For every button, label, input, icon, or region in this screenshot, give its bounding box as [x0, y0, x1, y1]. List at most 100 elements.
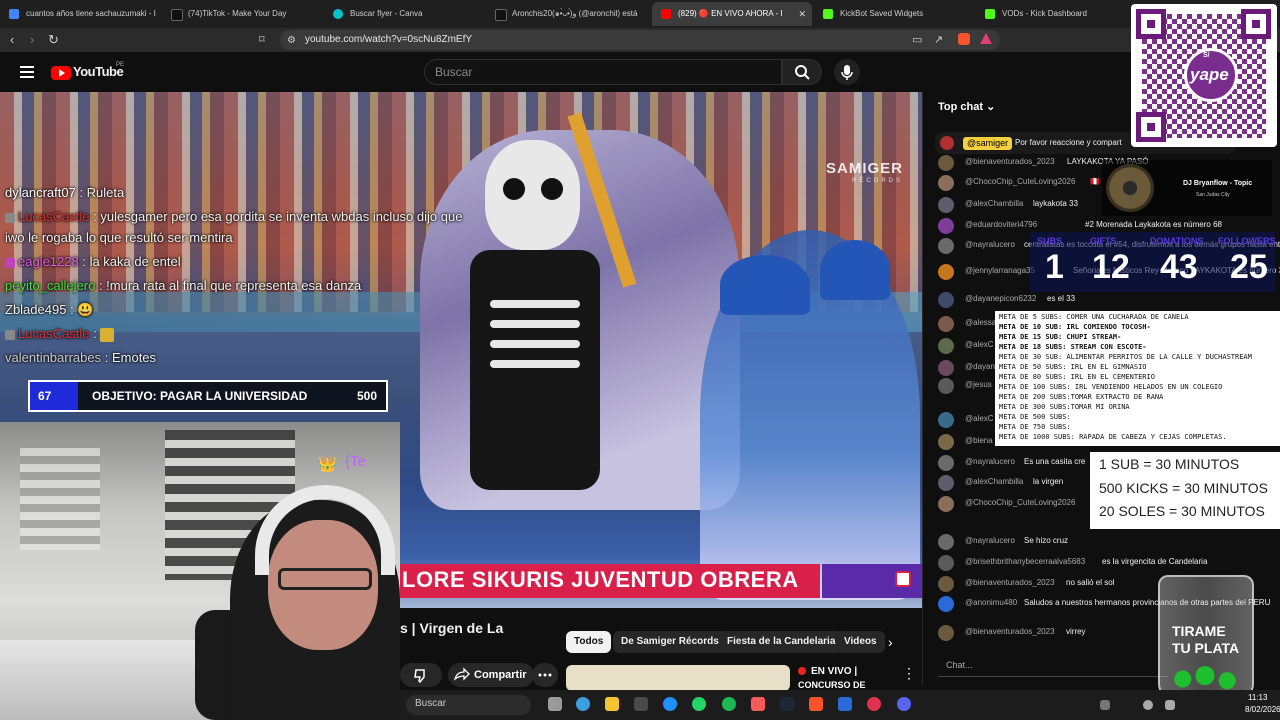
whatsapp-icon[interactable]: [692, 697, 706, 711]
goal-target: 500: [357, 389, 378, 403]
stat-label: GIFTS: [1090, 236, 1117, 246]
avatar: [938, 475, 954, 491]
cast-icon[interactable]: ▭: [912, 32, 922, 48]
browser-tab[interactable]: cuantos años tiene sachauzumaki - I: [0, 2, 160, 26]
video-title: s | Virgen de La: [400, 620, 504, 636]
sub-goal-line: META DE 15 SUB: CHUPI STREAM-: [999, 333, 1122, 341]
qr-finder: [1241, 9, 1271, 39]
chat-author[interactable]: @alexC: [965, 414, 994, 423]
share-label: Compartir: [474, 669, 527, 681]
avatar: [938, 555, 954, 571]
overlay-chat-line: Zblade495 : 😃: [5, 302, 94, 317]
chip-todos[interactable]: Todos: [566, 631, 612, 653]
steam-icon[interactable]: [780, 697, 794, 711]
chat-mode-dropdown[interactable]: Top chat ⌄: [938, 100, 995, 113]
chat-author[interactable]: @alexC: [965, 340, 994, 349]
file-explorer-icon[interactable]: [605, 697, 619, 711]
notepad-icon[interactable]: [838, 697, 852, 711]
chat-author[interactable]: @alessa: [965, 318, 996, 327]
video-hat: [820, 240, 890, 300]
youtube-logo-icon[interactable]: [51, 66, 71, 80]
back-icon[interactable]: ‹: [10, 32, 14, 48]
brave-rewards-icon[interactable]: [980, 33, 992, 44]
related-live-label: EN VIVO |: [811, 666, 858, 677]
network-icon[interactable]: [1143, 700, 1153, 710]
avatar: [938, 316, 954, 332]
chat-author[interactable]: @eduardoviteri4796: [965, 220, 1037, 229]
chat-author[interactable]: @bienaventurados_2023: [965, 157, 1055, 166]
browser-tab[interactable]: Buscar flyer - Canva: [324, 2, 484, 26]
browser-tab[interactable]: VODs - Kick Dashboard: [976, 2, 1126, 26]
copilot-icon[interactable]: [576, 697, 590, 711]
chat-author[interactable]: @dayanepicon6232: [965, 294, 1036, 303]
tip-jar-text: TIRAME: [1172, 623, 1226, 639]
chip-samiger[interactable]: De Samiger Récords: [613, 631, 727, 653]
sub-goal-line: META DE 18 SUBS: STREAM CON ESCOTE-: [999, 343, 1147, 351]
related-video-title[interactable]: CONCURSO DE: [798, 680, 866, 690]
obs-icon[interactable]: [867, 697, 881, 711]
chat-author[interactable]: @nayralucero: [965, 457, 1015, 466]
browser-tab[interactable]: KickBot Saved Widgets: [814, 2, 974, 26]
browser-tab-active[interactable]: (829) 🔴 EN VIVO AHORA - I ✕: [652, 2, 812, 26]
chevron-down-icon: ⌄: [983, 101, 996, 113]
chat-author[interactable]: @nayralucero: [965, 536, 1015, 545]
reload-icon[interactable]: ↻: [48, 32, 59, 48]
chat-author[interactable]: @ChocoChip_CuteLoving2026: [965, 498, 1075, 507]
stat-value: 1: [1045, 248, 1064, 286]
chat-author[interactable]: @jennylarranaga35: [965, 266, 1035, 275]
store-icon[interactable]: [634, 697, 648, 711]
tray-icon[interactable]: [1100, 700, 1110, 710]
search-input[interactable]: Buscar: [424, 59, 782, 85]
chat-author[interactable]: @dayan: [965, 362, 995, 371]
chevron-right-icon[interactable]: ›: [888, 634, 893, 650]
canva-icon: [333, 9, 343, 19]
bookmark-icon[interactable]: ⌑: [259, 32, 265, 48]
url-text: youtube.com/watch?v=0scNu8ZmEfY: [305, 34, 473, 45]
volume-icon[interactable]: [1165, 700, 1175, 710]
discord-icon[interactable]: [897, 697, 911, 711]
app-icon[interactable]: [751, 697, 765, 711]
spotify-icon[interactable]: [722, 697, 736, 711]
search-button[interactable]: [782, 59, 822, 85]
chat-message-text: laykakota 33: [1033, 199, 1078, 208]
edge-icon[interactable]: [663, 697, 677, 711]
chat-author[interactable]: @bienaventurados_2023: [965, 627, 1055, 636]
chat-author[interactable]: @jesus: [965, 380, 992, 389]
close-tab-icon[interactable]: ✕: [798, 2, 806, 26]
thumbs-down-icon: [414, 669, 425, 684]
search-icon: [795, 65, 810, 80]
share-icon[interactable]: ↗: [934, 32, 943, 48]
forward-icon[interactable]: ›: [30, 32, 34, 48]
stat-label: SUBS: [1037, 236, 1063, 246]
chat-author[interactable]: @ChocoChip_CuteLoving2026: [965, 177, 1075, 186]
chip-candelaria[interactable]: Fiesta de la Candelaria: [719, 631, 844, 653]
menu-icon[interactable]: [20, 66, 34, 78]
brave-shield-icon[interactable]: [958, 33, 970, 45]
brave-icon[interactable]: [809, 697, 823, 711]
taskbar-time: 11:13: [1248, 693, 1268, 702]
chat-author[interactable]: @brisethbrithanybecerraalva5683: [965, 557, 1085, 566]
browser-tab[interactable]: Aronchis20(๑•̀ᴗ•́)و (@aronchil) está: [486, 2, 646, 26]
tiktok-icon: [171, 9, 183, 21]
chat-input-placeholder: Chat...: [946, 660, 973, 670]
site-info-icon[interactable]: ⚙: [287, 33, 296, 49]
avatar: [938, 175, 954, 191]
more-vertical-icon[interactable]: ⋮: [902, 665, 916, 682]
chat-author[interactable]: @alexChambilla: [965, 199, 1023, 208]
chat-author[interactable]: @bienaventurados_2023: [965, 578, 1055, 587]
chip-videos[interactable]: Videos: [836, 631, 885, 653]
voice-search-button[interactable]: [834, 59, 860, 85]
chat-author[interactable]: @alexChambilla: [965, 477, 1023, 486]
avatar: [938, 455, 954, 471]
more-actions-button[interactable]: [532, 663, 558, 687]
chat-message-text: es la virgencita de Candelaria: [1102, 557, 1208, 566]
avatar: [938, 197, 954, 213]
chat-author[interactable]: @nayralucero: [965, 240, 1015, 249]
related-video-thumbnail[interactable]: [566, 665, 790, 691]
task-view-icon[interactable]: [548, 697, 562, 711]
chat-author[interactable]: @biena: [965, 436, 993, 445]
browser-tab[interactable]: (74)TikTok - Make Your Day: [162, 2, 322, 26]
chat-author[interactable]: @anonimu480: [965, 598, 1017, 607]
dislike-button[interactable]: [400, 663, 442, 687]
avatar: [938, 155, 954, 171]
